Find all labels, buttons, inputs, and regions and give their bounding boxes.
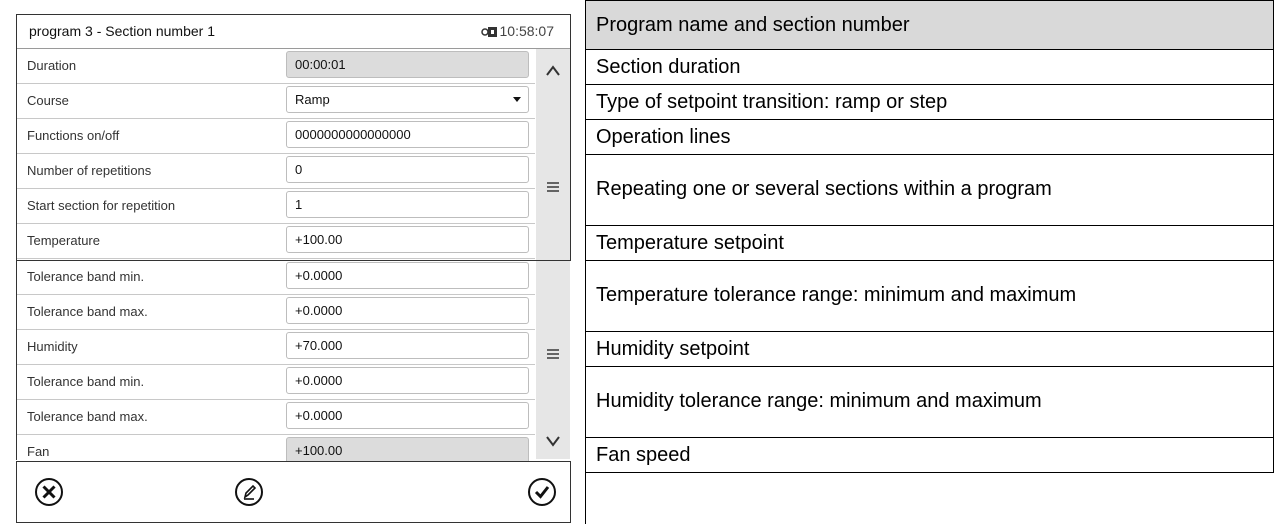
row-label: Tolerance band min. bbox=[27, 269, 145, 284]
desc-text: Operation lines bbox=[596, 126, 731, 148]
title-bar: program 3 - Section number 1 10:58:07 bbox=[17, 15, 570, 49]
duration-field[interactable]: 00:00:01 bbox=[286, 51, 529, 78]
row-hum-tol-max: Tolerance band max. +0.0000 bbox=[17, 400, 535, 435]
scrollbar[interactable] bbox=[536, 49, 570, 459]
desc-row-humidity-tolerance: Humidity tolerance range: minimum and ma… bbox=[585, 366, 1274, 437]
humidity-tolerance-min-field[interactable]: +0.0000 bbox=[286, 367, 529, 394]
desc-row-humidity: Humidity setpoint bbox=[585, 331, 1274, 366]
desc-text: Type of setpoint transition: ramp or ste… bbox=[596, 91, 948, 113]
temp-tolerance-min-field[interactable]: +0.0000 bbox=[286, 262, 529, 289]
close-circle-icon[interactable] bbox=[33, 476, 65, 508]
check-circle-icon[interactable] bbox=[526, 476, 558, 508]
row-label: Tolerance band max. bbox=[27, 409, 148, 424]
row-label: Course bbox=[27, 93, 69, 108]
desc-text: Repeating one or several sections within… bbox=[596, 178, 1052, 200]
row-humidity: Humidity +70.000 bbox=[17, 330, 535, 365]
dropdown-arrow-icon bbox=[513, 97, 521, 102]
chevron-up-icon[interactable] bbox=[536, 63, 570, 79]
controller-screen: program 3 - Section number 1 10:58:07 Du… bbox=[16, 14, 571, 523]
humidity-tolerance-max-field[interactable]: +0.0000 bbox=[286, 402, 529, 429]
row-label: Duration bbox=[27, 58, 77, 73]
desc-row-program-name: Program name and section number bbox=[585, 0, 1274, 49]
start-section-field[interactable]: 1 bbox=[286, 191, 529, 218]
row-functions: Functions on/off 0000000000000000 bbox=[17, 119, 535, 154]
desc-row-functions: Operation lines bbox=[585, 119, 1274, 154]
desc-row-temperature: Temperature setpoint bbox=[585, 225, 1274, 260]
row-label: Tolerance band min. bbox=[27, 374, 145, 389]
menu-lines-icon[interactable] bbox=[536, 180, 570, 194]
desc-text: Section duration bbox=[596, 56, 741, 78]
row-label: Number of repetitions bbox=[27, 163, 152, 178]
desc-row-repetitions: Repeating one or several sections within… bbox=[585, 154, 1274, 225]
desc-row-empty bbox=[585, 472, 1274, 524]
page-title: program 3 - Section number 1 bbox=[29, 23, 215, 39]
desc-row-fan: Fan speed bbox=[585, 437, 1274, 472]
course-select[interactable]: Ramp bbox=[286, 86, 529, 113]
desc-row-duration: Section duration bbox=[585, 49, 1274, 84]
desc-row-temp-tolerance: Temperature tolerance range: minimum and… bbox=[585, 260, 1274, 331]
clock-time: 10:58:07 bbox=[499, 23, 555, 39]
row-hum-tol-min: Tolerance band min. +0.0000 bbox=[17, 365, 535, 400]
row-label: Start section for repetition bbox=[27, 198, 176, 213]
row-label: Fan bbox=[27, 444, 50, 459]
row-label: Humidity bbox=[27, 339, 78, 354]
row-duration: Duration 00:00:01 bbox=[17, 49, 535, 84]
clock: 10:58:07 bbox=[480, 23, 555, 39]
row-start-section: Start section for repetition 1 bbox=[17, 189, 535, 224]
desc-text: Humidity tolerance range: minimum and ma… bbox=[596, 390, 1042, 412]
row-course: Course Ramp bbox=[17, 84, 535, 119]
humidity-field[interactable]: +70.000 bbox=[286, 332, 529, 359]
description-table: Program name and section number Section … bbox=[585, 0, 1274, 524]
desc-text: Temperature tolerance range: minimum and… bbox=[596, 284, 1077, 306]
divider bbox=[16, 260, 571, 261]
row-temperature: Temperature +100.00 bbox=[17, 224, 535, 259]
temp-tolerance-max-field[interactable]: +0.0000 bbox=[286, 297, 529, 324]
row-label: Functions on/off bbox=[27, 128, 120, 143]
functions-field[interactable]: 0000000000000000 bbox=[286, 121, 529, 148]
repetitions-field[interactable]: 0 bbox=[286, 156, 529, 183]
row-temp-tol-max: Tolerance band max. +0.0000 bbox=[17, 295, 535, 330]
row-label: Temperature bbox=[27, 233, 100, 248]
desc-text: Program name and section number bbox=[596, 14, 910, 36]
desc-text: Humidity setpoint bbox=[596, 338, 750, 360]
row-repetitions: Number of repetitions 0 bbox=[17, 154, 535, 189]
lock-icon bbox=[480, 27, 497, 37]
chevron-down-icon[interactable] bbox=[536, 433, 570, 449]
menu-lines-icon[interactable] bbox=[536, 347, 570, 361]
row-label: Tolerance band max. bbox=[27, 304, 148, 319]
pencil-circle-icon[interactable] bbox=[233, 476, 265, 508]
desc-text: Temperature setpoint bbox=[596, 232, 784, 254]
fan-field[interactable]: +100.00 bbox=[286, 437, 529, 464]
desc-row-course: Type of setpoint transition: ramp or ste… bbox=[585, 84, 1274, 119]
course-value: Ramp bbox=[295, 92, 330, 107]
footer-toolbar bbox=[16, 461, 571, 523]
desc-text: Fan speed bbox=[596, 444, 691, 466]
row-temp-tol-min: Tolerance band min. +0.0000 bbox=[17, 260, 535, 295]
temperature-field[interactable]: +100.00 bbox=[286, 226, 529, 253]
